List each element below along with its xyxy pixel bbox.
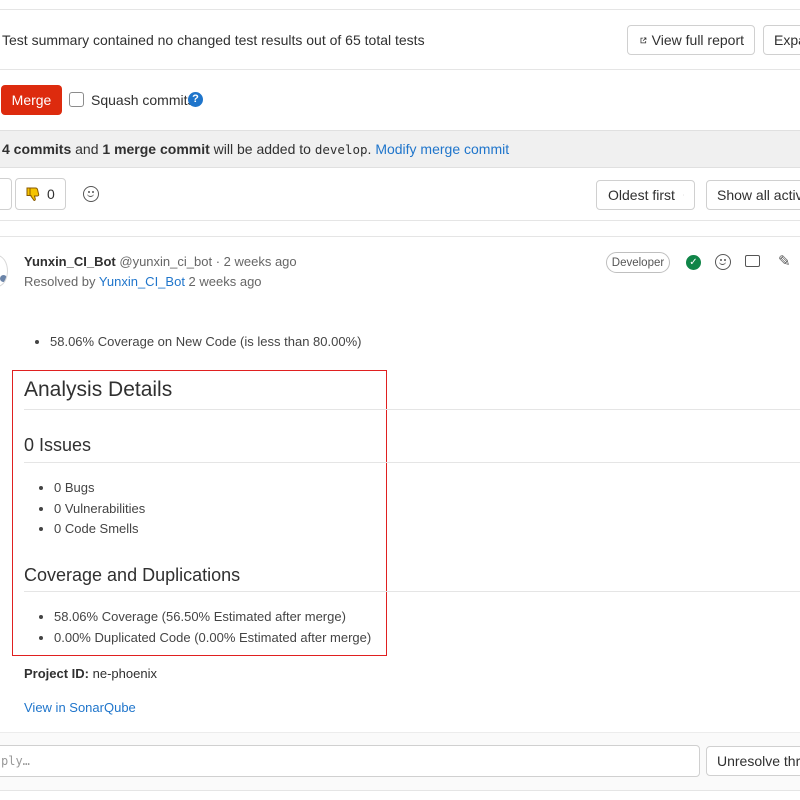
merge-request-page: Test summary contained no changed test r…	[0, 0, 800, 800]
note-header: Yunxin_CI_Bot @yunxin_ci_bot · 2 weeks a…	[24, 254, 297, 269]
resolved-by-prefix: Resolved by	[24, 274, 99, 289]
view-full-report-label: View full report	[651, 32, 744, 48]
coverage-list: 58.06% Coverage (56.50% Estimated after …	[36, 607, 396, 648]
coverage-heading: Coverage and Duplications	[24, 565, 241, 585]
issues-list: 0 Bugs 0 Vulnerabilities 0 Code Smells	[36, 478, 336, 540]
resolved-check-icon[interactable]: ✓	[686, 255, 701, 270]
merge-button[interactable]: Merge	[1, 85, 62, 115]
note-author-handle[interactable]: @yunxin_ci_bot	[119, 254, 212, 269]
unresolve-thread-button[interactable]: Unresolve thre	[706, 746, 800, 776]
chevron-down-icon	[682, 194, 684, 196]
divider	[0, 9, 800, 10]
sort-label: Oldest first	[608, 187, 675, 203]
list-item: 0 Vulnerabilities	[54, 499, 336, 520]
separator: ·	[212, 254, 224, 269]
target-branch: develop	[314, 141, 368, 157]
view-full-report-button[interactable]: View full report	[627, 25, 755, 55]
divider	[24, 591, 800, 592]
show-all-activity-dropdown[interactable]: Show all activit	[706, 180, 800, 210]
resolved-by-line: Resolved by Yunxin_CI_Bot 2 weeks ago	[24, 274, 262, 289]
commit-info-text: .	[367, 141, 376, 157]
list-item: 0 Bugs	[54, 478, 336, 499]
external-link-icon	[640, 37, 647, 43]
avatar[interactable]	[0, 255, 8, 287]
thumbs-up-button[interactable]	[0, 178, 12, 210]
help-icon[interactable]: ?	[188, 92, 203, 107]
quality-gate-list: 58.06% Coverage on New Code (is less tha…	[32, 332, 432, 353]
reply-comment-icon[interactable]	[745, 255, 760, 267]
merge-commit-count: 1 merge commit	[102, 141, 210, 157]
squash-commits-label: Squash commits	[91, 92, 195, 108]
thumbs-down-icon	[26, 187, 40, 202]
divider	[0, 790, 800, 791]
resolved-by-user-link[interactable]: Yunxin_CI_Bot	[99, 274, 185, 289]
divider	[24, 462, 800, 463]
add-reaction-icon[interactable]	[83, 186, 99, 202]
issues-heading: 0 Issues	[24, 435, 92, 455]
project-id-label: Project ID:	[24, 666, 90, 681]
list-item: 58.06% Coverage (56.50% Estimated after …	[54, 607, 396, 628]
commit-info-text: will be added to	[209, 141, 315, 157]
sort-dropdown[interactable]: Oldest first	[596, 180, 695, 210]
unresolve-thread-label: Unresolve thre	[717, 753, 800, 769]
analysis-details-heading: Analysis Details	[24, 378, 173, 401]
commit-count: 4 commits	[2, 141, 72, 157]
list-item: 0.00% Duplicated Code (0.00% Estimated a…	[54, 628, 396, 649]
view-in-sonarqube-link[interactable]: View in SonarQube	[24, 700, 136, 715]
list-item: 58.06% Coverage on New Code (is less tha…	[50, 332, 432, 353]
thumbs-down-count: 0	[47, 186, 55, 202]
thumbs-down-button[interactable]: 0	[15, 178, 66, 210]
commit-info-bar: 4 commits and 1 merge commit will be add…	[0, 130, 800, 168]
project-id-line: Project ID: ne-phoenix	[24, 666, 157, 681]
expand-button[interactable]: Expa	[763, 25, 800, 55]
squash-commits-checkbox[interactable]	[69, 92, 84, 107]
note-timestamp: 2 weeks ago	[223, 254, 297, 269]
edit-pencil-icon[interactable]: ✎	[778, 252, 791, 270]
role-badge: Developer	[606, 252, 670, 273]
project-id-value: ne-phoenix	[89, 666, 157, 681]
show-all-label: Show all activit	[717, 187, 800, 203]
modify-merge-commit-link[interactable]: Modify merge commit	[375, 141, 509, 157]
reply-input[interactable]: ply…	[0, 745, 700, 777]
note-author-name[interactable]: Yunxin_CI_Bot	[24, 254, 116, 269]
list-item: 0 Code Smells	[54, 519, 336, 540]
commit-info-text: and	[71, 141, 103, 157]
add-reaction-icon[interactable]	[715, 254, 731, 270]
divider	[24, 409, 800, 410]
divider	[0, 69, 800, 70]
resolved-time: 2 weeks ago	[184, 274, 262, 289]
expand-label: Expa	[774, 32, 800, 48]
divider	[0, 236, 800, 237]
test-summary-text: Test summary contained no changed test r…	[2, 32, 425, 48]
divider	[0, 220, 800, 221]
